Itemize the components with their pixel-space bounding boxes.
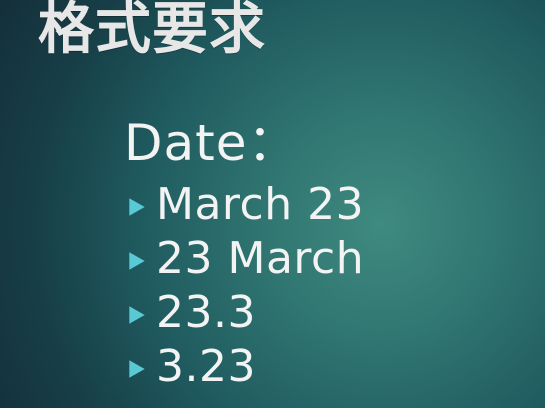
right-triangle-icon bbox=[124, 194, 150, 220]
list-item: 23.3 bbox=[124, 286, 364, 340]
right-triangle-icon bbox=[124, 248, 150, 274]
list-item-label: March 23 bbox=[156, 179, 365, 230]
list-item: March 23 bbox=[124, 178, 364, 232]
list-item: 3.23 bbox=[124, 340, 364, 394]
right-triangle-icon bbox=[124, 356, 150, 382]
presentation-slide: 格式要求 Date： March 23 23 March 23.3 3.23 bbox=[0, 0, 545, 408]
date-heading: Date： bbox=[124, 114, 299, 172]
list-item: 23 March bbox=[124, 232, 364, 286]
list-item-label: 23 March bbox=[156, 233, 365, 284]
list-item-label: 23.3 bbox=[156, 287, 256, 338]
date-format-list: March 23 23 March 23.3 3.23 bbox=[124, 178, 364, 394]
slide-title: 格式要求 bbox=[38, 0, 266, 62]
slide-content: Date： March 23 23 March 23.3 3.23 bbox=[124, 118, 364, 394]
list-item-label: 3.23 bbox=[156, 341, 256, 392]
right-triangle-icon bbox=[124, 302, 150, 328]
